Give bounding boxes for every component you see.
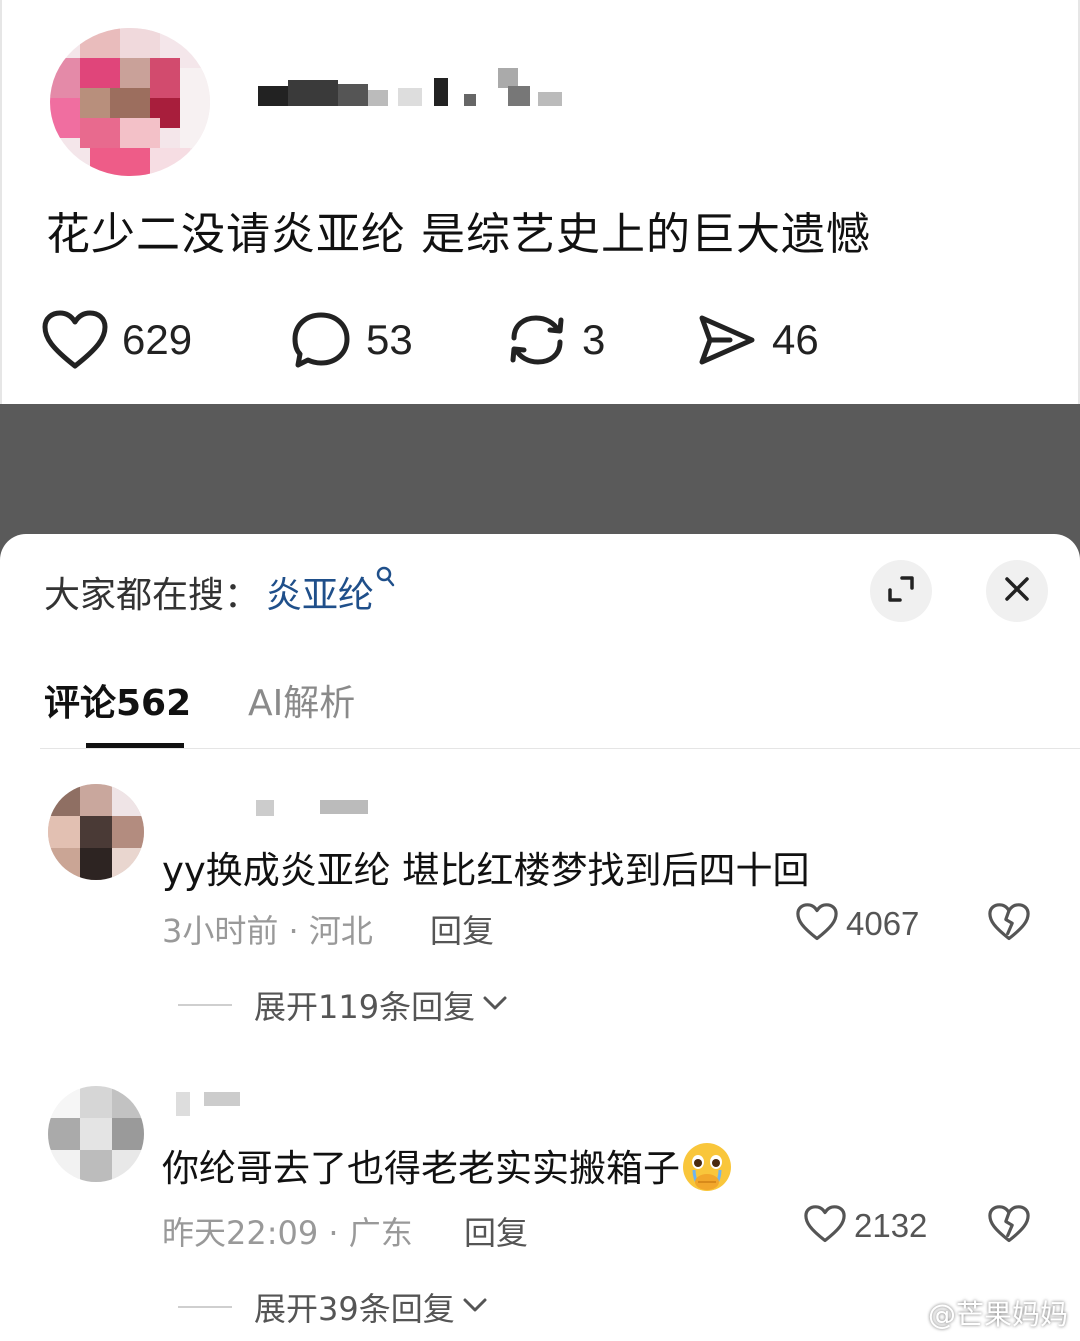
expand-dash — [178, 1004, 232, 1006]
comment-meta: 昨天22:09 · 广东 — [162, 1214, 413, 1252]
like-button[interactable]: 629 — [42, 300, 192, 380]
weibo-logo-icon — [888, 1296, 928, 1331]
post-author-avatar[interactable] — [50, 28, 210, 176]
comment-like-button[interactable]: 2132 — [804, 1204, 927, 1248]
trending-search: 大家都在搜： 炎亚纶 — [44, 566, 396, 618]
close-x-icon — [1002, 574, 1032, 608]
comment-dislike-button[interactable] — [988, 1204, 1030, 1248]
comment-like-count: 4067 — [846, 905, 920, 942]
expand-replies-button[interactable]: 展开119条回复 — [178, 982, 509, 1028]
tab-comments[interactable]: 评论562 — [44, 674, 191, 726]
expand-corners-icon — [884, 572, 918, 610]
reply-button[interactable]: 回复 — [464, 1208, 528, 1254]
tab-ai-analysis[interactable]: AI解析 — [248, 674, 355, 726]
reply-button[interactable]: 回复 — [430, 906, 494, 952]
commenter-name-blurred[interactable] — [160, 800, 380, 828]
expand-sheet-button[interactable] — [870, 560, 932, 622]
comment-count: 53 — [366, 316, 413, 363]
post-actions-bar: 629 53 3 46 — [42, 300, 1042, 380]
expand-replies-button[interactable]: 展开39条回复 — [178, 1284, 489, 1330]
chevron-down-icon — [475, 993, 509, 1017]
heart-outline-icon — [42, 310, 108, 370]
close-sheet-button[interactable] — [986, 560, 1048, 622]
comment-text: yy换成炎亚纶 堪比红楼梦找到后四十回 — [162, 849, 810, 892]
comment-meta: 3小时前 · 河北 — [162, 912, 373, 950]
comment-text-content: 你纶哥去了也得老老实实搬箱子 — [162, 1147, 680, 1190]
search-icon — [376, 566, 396, 594]
expand-dash — [178, 1306, 232, 1308]
paper-plane-icon — [696, 310, 758, 370]
expand-replies-text: 展开119条回复 — [254, 988, 476, 1026]
post-card: 花少二没请炎亚纶 是综艺史上的巨大遗憾 629 53 3 46 — [0, 0, 1080, 404]
chevron-down-icon — [455, 1295, 489, 1319]
expand-replies-text: 展开39条回复 — [254, 1290, 455, 1328]
trending-search-label: 大家都在搜： — [44, 575, 261, 616]
like-count: 629 — [122, 316, 193, 363]
repost-arrows-icon — [506, 310, 568, 370]
share-button[interactable]: 46 — [696, 300, 819, 380]
post-author-name-blurred[interactable] — [258, 64, 578, 112]
speech-bubble-icon — [290, 310, 352, 370]
broken-heart-icon — [988, 903, 1030, 946]
watermark-text: @芒果妈妈 — [927, 1298, 1068, 1331]
tabs-divider — [40, 748, 1080, 749]
heart-outline-icon — [796, 902, 838, 946]
comment-dislike-button[interactable] — [988, 902, 1030, 946]
pleading-face-emoji-icon — [680, 1140, 734, 1194]
comment-item: yy换成炎亚纶 堪比红楼梦找到后四十回 3小时前 · 河北 回复 4067 展开… — [0, 784, 1080, 1044]
share-count: 46 — [772, 316, 819, 363]
comment-text: 你纶哥去了也得老老实实搬箱子 — [162, 1138, 734, 1198]
heart-outline-icon — [804, 1204, 846, 1248]
comment-like-button[interactable]: 4067 — [796, 902, 919, 946]
commenter-avatar[interactable] — [48, 784, 144, 880]
repost-count: 3 — [582, 316, 606, 363]
comment-button[interactable]: 53 — [290, 300, 413, 380]
trending-search-term[interactable]: 炎亚纶 — [266, 566, 374, 618]
weibo-watermark: @芒果妈妈 — [888, 1293, 1068, 1333]
broken-heart-icon — [988, 1205, 1030, 1248]
repost-button[interactable]: 3 — [506, 300, 605, 380]
post-text: 花少二没请炎亚纶 是综艺史上的巨大遗憾 — [46, 209, 871, 260]
commenter-name-blurred[interactable] — [160, 1092, 380, 1120]
comments-sheet: 大家都在搜： 炎亚纶 评论562 AI解析 yy换成炎亚纶 堪比红楼梦找到后四十… — [0, 534, 1080, 1341]
comment-like-count: 2132 — [854, 1207, 928, 1244]
commenter-avatar[interactable] — [48, 1086, 144, 1182]
